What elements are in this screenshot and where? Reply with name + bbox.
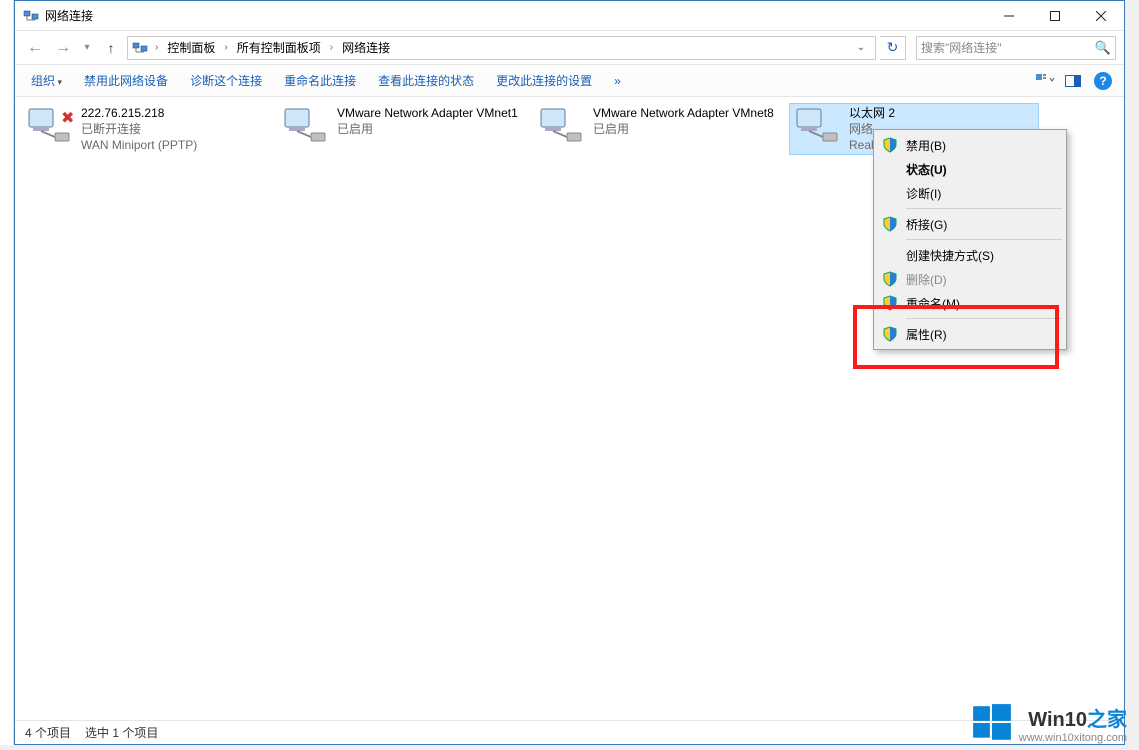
preview-pane-button[interactable] (1060, 69, 1086, 93)
ctx-diagnose[interactable]: 诊断(I) (876, 181, 1064, 205)
close-button[interactable] (1078, 1, 1124, 30)
rename-button[interactable]: 重命名此连接 (274, 68, 366, 93)
adapter-label: 222.76.215.218 已断开连接 WAN Miniport (PPTP) (81, 105, 197, 153)
view-options-button[interactable] (1032, 69, 1058, 93)
network-adapter-icon (281, 105, 329, 149)
breadcrumb-bar[interactable]: › 控制面板 › 所有控制面板项 › 网络连接 ⌄ (127, 36, 876, 60)
watermark: Win10之家 www.win10xitong.com (971, 702, 1127, 744)
network-adapter-icon: ✖ (25, 105, 73, 149)
up-button[interactable]: ↑ (99, 36, 123, 60)
context-menu: 禁用(B) 状态(U) 诊断(I) 桥接(G) 创建快捷方式(S) 删除(D) … (873, 129, 1067, 350)
search-input[interactable] (921, 41, 1095, 55)
menu-separator (906, 318, 1062, 319)
adapter-item[interactable]: ✖ 222.76.215.218 已断开连接 WAN Miniport (PPT… (21, 103, 271, 155)
forward-button[interactable]: → (51, 36, 75, 60)
menu-separator (906, 239, 1062, 240)
network-adapter-icon (537, 105, 585, 149)
ctx-rename[interactable]: 重命名(M) (876, 291, 1064, 315)
breadcrumb-item[interactable]: 控制面板 (165, 37, 217, 58)
window-buttons (986, 1, 1124, 30)
shield-icon (882, 295, 898, 311)
organize-menu[interactable]: 组织 (21, 68, 72, 93)
chevron-right-icon[interactable]: › (221, 42, 230, 53)
breadcrumb-item[interactable]: 所有控制面板项 (235, 37, 323, 58)
ctx-disable[interactable]: 禁用(B) (876, 133, 1064, 157)
refresh-button[interactable]: ↻ (880, 36, 906, 60)
history-dropdown[interactable]: ▾ (79, 42, 95, 53)
titlebar: 网络连接 (15, 1, 1124, 31)
toolbar-overflow[interactable]: » (604, 70, 631, 92)
network-icon (23, 8, 39, 24)
shield-icon (882, 137, 898, 153)
ctx-properties[interactable]: 属性(R) (876, 322, 1064, 346)
diagnose-button[interactable]: 诊断这个连接 (180, 68, 272, 93)
shield-icon (882, 271, 898, 287)
item-count: 4 个项目 (25, 724, 71, 741)
selected-count: 选中 1 个项目 (85, 724, 158, 741)
breadcrumb-item[interactable]: 网络连接 (340, 37, 392, 58)
ctx-delete: 删除(D) (876, 267, 1064, 291)
content-area[interactable]: ✖ 222.76.215.218 已断开连接 WAN Miniport (PPT… (15, 97, 1124, 720)
left-edge-strip (0, 0, 14, 745)
shield-icon (882, 216, 898, 232)
ctx-bridge[interactable]: 桥接(G) (876, 212, 1064, 236)
adapter-item[interactable]: VMware Network Adapter VMnet1 已启用 (277, 103, 527, 155)
adapter-label: VMware Network Adapter VMnet1 已启用 (337, 105, 518, 137)
menu-separator (906, 208, 1062, 209)
disable-device-button[interactable]: 禁用此网络设备 (74, 68, 178, 93)
maximize-button[interactable] (1032, 1, 1078, 30)
chevron-right-icon[interactable]: › (327, 42, 336, 53)
chevron-right-icon[interactable]: › (152, 42, 161, 53)
address-dropdown[interactable]: ⌄ (851, 42, 871, 53)
status-bar: 4 个项目 选中 1 个项目 (15, 720, 1124, 744)
minimize-button[interactable] (986, 1, 1032, 30)
adapter-item[interactable]: VMware Network Adapter VMnet8 已启用 (533, 103, 783, 155)
back-button[interactable]: ← (23, 36, 47, 60)
watermark-text: Win10之家 www.win10xitong.com (1019, 703, 1127, 744)
ctx-create-shortcut[interactable]: 创建快捷方式(S) (876, 243, 1064, 267)
window-title: 网络连接 (45, 7, 986, 24)
adapter-label: VMware Network Adapter VMnet8 已启用 (593, 105, 774, 137)
search-box[interactable]: 🔍 (916, 36, 1116, 60)
ctx-status[interactable]: 状态(U) (876, 157, 1064, 181)
view-status-button[interactable]: 查看此连接的状态 (368, 68, 484, 93)
network-connections-window: 网络连接 ← → ▾ ↑ › 控制面板 › 所有控制面板项 › 网络连接 (14, 0, 1125, 745)
address-bar: ← → ▾ ↑ › 控制面板 › 所有控制面板项 › 网络连接 ⌄ ↻ 🔍 (15, 31, 1124, 65)
network-icon (132, 40, 148, 56)
svg-text:✖: ✖ (61, 110, 73, 127)
network-adapter-icon (793, 105, 841, 149)
windows-logo-icon (971, 702, 1013, 744)
help-button[interactable]: ? (1094, 72, 1112, 90)
change-settings-button[interactable]: 更改此连接的设置 (486, 68, 602, 93)
toolbar: 组织 禁用此网络设备 诊断这个连接 重命名此连接 查看此连接的状态 更改此连接的… (15, 65, 1124, 97)
search-icon[interactable]: 🔍 (1095, 40, 1111, 56)
shield-icon (882, 326, 898, 342)
